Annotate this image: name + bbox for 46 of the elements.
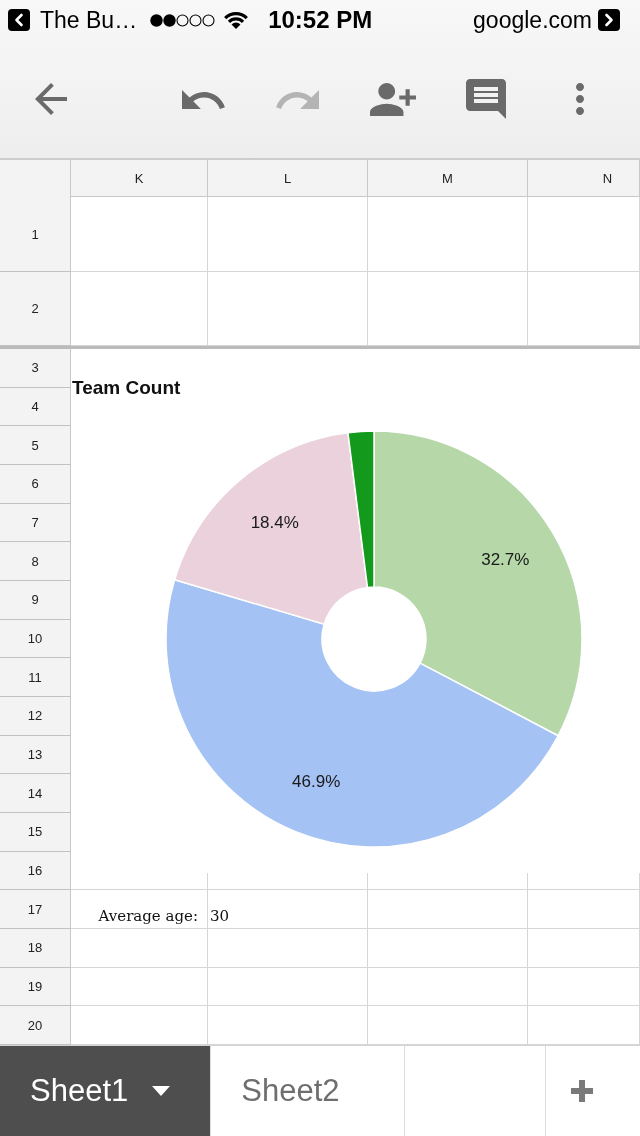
- more-vertical-icon: [576, 83, 584, 115]
- wifi-icon: [224, 11, 249, 29]
- chevron-right-icon: [598, 9, 620, 31]
- status-time: 10:52 PM: [268, 7, 373, 33]
- column-header: K: [71, 160, 208, 197]
- row-header: 8: [0, 542, 71, 582]
- back-link[interactable]: The Bu…: [8, 7, 138, 33]
- column-header: L: [208, 160, 368, 197]
- column-header: N: [528, 160, 640, 197]
- row-header: 11: [0, 658, 71, 698]
- row-header: 5: [0, 426, 71, 465]
- person-plus-icon: [370, 82, 416, 116]
- row-header: 13: [0, 735, 71, 775]
- row-header: 19: [0, 967, 71, 1007]
- chevron-left-icon: [8, 9, 30, 31]
- row-header: 17: [0, 890, 71, 930]
- row-header: 7: [0, 503, 71, 543]
- row-header: 18: [0, 929, 71, 968]
- chart-title: Team Count: [72, 377, 181, 399]
- back-icon: [35, 83, 67, 115]
- row-header: 16: [0, 851, 71, 891]
- slice-label: 46.9%: [292, 771, 341, 791]
- slice-label: 32.7%: [481, 550, 530, 570]
- column-header: M: [368, 160, 528, 197]
- undo-icon: [182, 89, 225, 109]
- signal-icon: [150, 13, 216, 27]
- row-header: 15: [0, 813, 71, 852]
- row-header: 4: [0, 387, 71, 427]
- table-cell: Average age:: [71, 890, 208, 930]
- table-cell: 30: [208, 890, 368, 930]
- caret-icon: [152, 1086, 171, 1096]
- row-header: 9: [0, 581, 71, 620]
- row-header: 2: [0, 272, 71, 346]
- sheet-tab[interactable]: Sheet1: [0, 1046, 212, 1136]
- site-link[interactable]: google.com: [473, 7, 620, 33]
- plus-icon: [571, 1080, 593, 1102]
- row-header: 1: [0, 197, 71, 272]
- row-header: 14: [0, 774, 71, 814]
- row-header: 12: [0, 697, 71, 736]
- slice-label: 18.4%: [250, 512, 299, 532]
- row-header: 10: [0, 619, 71, 659]
- row-header: 6: [0, 465, 71, 504]
- row-header: 3: [0, 349, 71, 388]
- comment-icon: [466, 79, 506, 119]
- row-header: 20: [0, 1006, 71, 1045]
- redo-icon: [276, 89, 319, 109]
